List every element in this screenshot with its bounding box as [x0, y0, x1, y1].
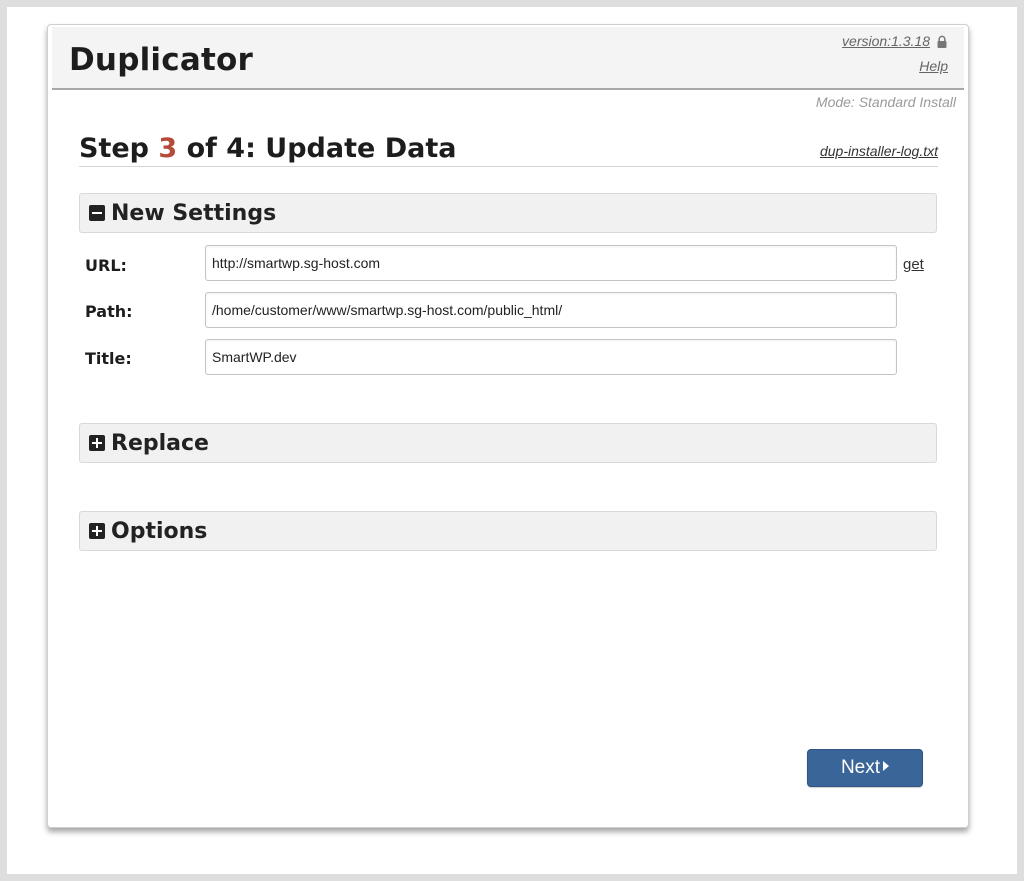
- section-options-toggle[interactable]: Options: [79, 511, 937, 551]
- path-label: Path:: [85, 302, 133, 321]
- install-mode-text: Mode: Standard Install: [816, 94, 956, 110]
- expand-plus-icon: [89, 435, 105, 451]
- step-prefix: Step: [79, 133, 158, 164]
- title-divider: [79, 166, 938, 167]
- title-label: Title:: [85, 349, 132, 368]
- next-button[interactable]: Next: [807, 749, 923, 787]
- help-link[interactable]: Help: [919, 58, 948, 74]
- section-replace-toggle[interactable]: Replace: [79, 423, 937, 463]
- collapse-minus-icon: [89, 205, 105, 221]
- installer-log-link[interactable]: dup-installer-log.txt: [820, 143, 938, 159]
- section-options-label: Options: [111, 519, 207, 544]
- step-suffix: of 4: Update Data: [177, 133, 456, 164]
- version-link[interactable]: version:1.3.18: [842, 33, 930, 49]
- step-current-number: 3: [158, 133, 177, 164]
- path-input[interactable]: [205, 292, 897, 328]
- section-new-settings-label: New Settings: [111, 201, 276, 226]
- next-button-label: Next: [841, 757, 880, 778]
- url-input[interactable]: [205, 245, 897, 281]
- url-label: URL:: [85, 256, 127, 275]
- installer-panel: Duplicator version:1.3.18 Help Mode: Sta…: [47, 24, 969, 828]
- lock-icon: [936, 35, 948, 49]
- page-title: Step 3 of 4: Update Data: [79, 133, 456, 164]
- installer-header: Duplicator version:1.3.18 Help: [52, 27, 964, 90]
- section-new-settings-toggle[interactable]: New Settings: [79, 193, 937, 233]
- expand-plus-icon: [89, 523, 105, 539]
- get-url-link[interactable]: get: [903, 256, 924, 273]
- site-title-input[interactable]: [205, 339, 897, 375]
- section-replace-label: Replace: [111, 431, 209, 456]
- app-title: Duplicator: [69, 42, 253, 78]
- caret-right-icon: [883, 761, 889, 771]
